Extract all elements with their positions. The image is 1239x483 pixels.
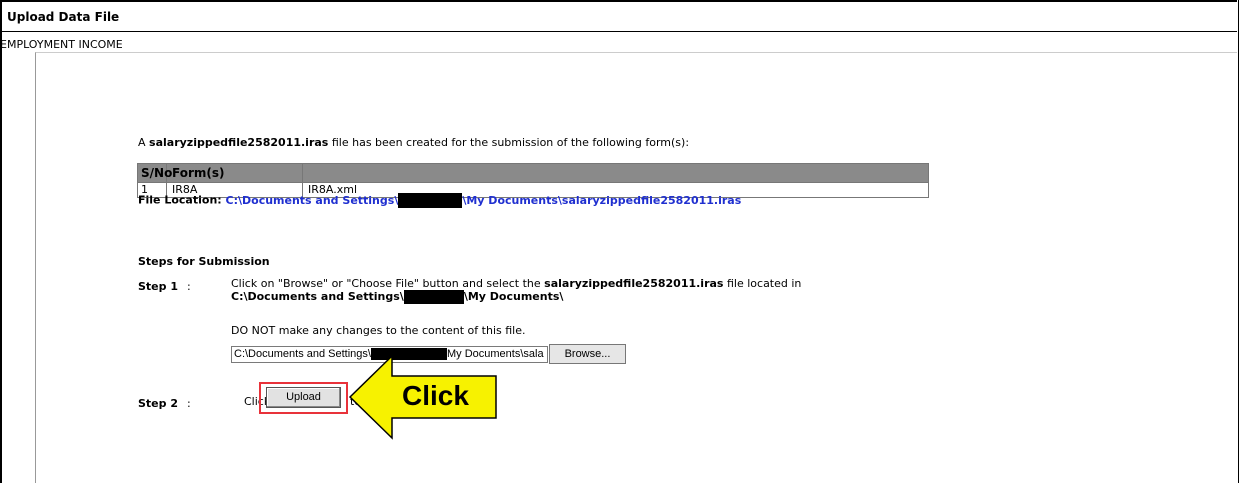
intro-filename: salaryzippedfile2582011.iras <box>149 136 329 149</box>
file-location-path-end: \My Documents\salaryzippedfile2582011.ir… <box>462 193 742 207</box>
intro-prefix: A <box>138 136 150 149</box>
file-location-path-start: C:\Documents and Settings\ <box>225 193 399 207</box>
page-title: Upload Data File <box>7 10 120 24</box>
step2-label: Step 2 <box>138 397 178 410</box>
step1-text-prefix: Click on "Browse" or "Choose File" butto… <box>231 277 545 290</box>
upload-button[interactable]: Upload <box>266 387 341 408</box>
step1-colon: : <box>187 280 191 293</box>
header-file <box>303 164 928 182</box>
intro-suffix: file has been created for the submission… <box>328 136 690 149</box>
no-change-warning: DO NOT make any changes to the content o… <box>231 324 526 337</box>
browse-button[interactable]: Browse... <box>549 344 626 364</box>
step2-colon: : <box>187 397 191 410</box>
step1-path-start: C:\Documents and Settings\ <box>231 290 404 303</box>
steps-title: Steps for Submission <box>138 255 270 268</box>
file-location-label: File Location: <box>138 193 222 207</box>
redacted-username <box>403 290 464 304</box>
file-location-path: C:\Documents and Settings\ \My Documents\… <box>225 193 742 208</box>
step1-path: C:\Documents and Settings\ \My Documents\ <box>231 290 564 304</box>
page-header: Upload Data File <box>2 2 1237 32</box>
intro-text: A salaryzippedfile2582011.iras file has … <box>138 136 689 149</box>
annotation-click-label: Click <box>402 380 469 411</box>
table-header-row: S/No Form(s) <box>138 164 928 182</box>
redacted-username <box>398 193 463 208</box>
header-forms: Form(s) <box>167 164 303 182</box>
section-label: EMPLOYMENT INCOME <box>0 38 123 51</box>
step1-label: Step 1 <box>138 280 178 293</box>
file-location: File Location: C:\Documents and Settings… <box>138 193 741 208</box>
step1-text-suffix: file located in <box>723 277 802 290</box>
step1-path-end: \My Documents\ <box>463 290 564 303</box>
header-sno: S/No <box>138 164 172 182</box>
step1-instructions: Click on "Browse" or "Choose File" butto… <box>231 278 951 304</box>
step1-filename: salaryzippedfile2582011.iras <box>544 277 724 290</box>
